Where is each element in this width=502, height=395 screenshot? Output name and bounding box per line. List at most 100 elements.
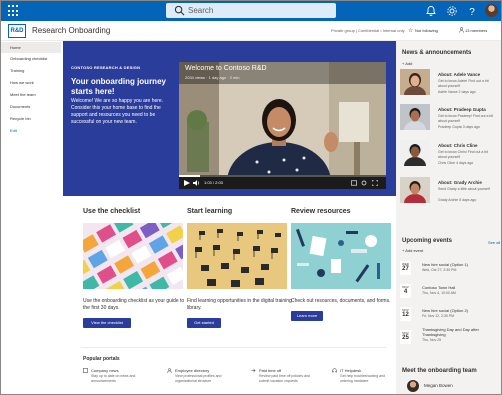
news-thumbnail[interactable] [400, 104, 430, 130]
search-box[interactable]: Search [166, 3, 336, 18]
team-member-name[interactable]: Megan Bowen [424, 383, 453, 388]
team-heading: Meet the onboarding team [402, 368, 477, 374]
star-icon[interactable]: ☆ [408, 27, 413, 34]
play-icon[interactable] [184, 180, 190, 186]
learning-image [187, 223, 287, 289]
checklist-heading: Use the checklist [83, 208, 141, 215]
video-progress-fill [179, 175, 200, 177]
suite-bar: Search ? [1, 1, 501, 21]
headset-icon [332, 368, 337, 373]
event-time: Wed, Oct 27, 2:30 PM [422, 268, 457, 272]
svg-text:?: ? [469, 7, 475, 17]
portal-paid-time-off-desc: Review paid time off policies and submit… [259, 374, 310, 383]
user-avatar[interactable] [485, 4, 498, 17]
news-description: Get to know Adele! Find out a bit about … [438, 79, 489, 88]
follow-button[interactable]: Not following [415, 28, 438, 33]
video-title: Welcome to Contoso R&D [185, 65, 267, 72]
video-title-bar: Welcome to Contoso R&D 2034 views · 1 da… [179, 62, 386, 84]
news-thumbnail[interactable] [400, 69, 430, 95]
person-icon [459, 27, 464, 33]
hero-banner: CONTOSO RESEARCH & DESIGN Your onboardin… [63, 41, 396, 196]
learning-body: Find learning opportunities in the digit… [187, 298, 292, 311]
event-time: Thu, Nov 4, 10:00 AM [422, 291, 456, 295]
add-event-button[interactable]: + Add event [402, 248, 423, 253]
hero-title: Your onboarding journey starts here! [71, 77, 166, 96]
news-icon [83, 368, 88, 373]
news-add-button[interactable]: + Add [402, 61, 412, 66]
hero-kicker: CONTOSO RESEARCH & DESIGN [71, 65, 141, 70]
volume-icon[interactable] [193, 180, 200, 186]
news-meta: Adele Vance 2 days ago [438, 90, 476, 94]
privacy-label: Private group | Confidential • Internal … [331, 28, 405, 33]
directory-icon [167, 368, 172, 373]
event-date: WED 27 [400, 261, 411, 275]
events-see-all-link[interactable]: See all [488, 240, 500, 245]
fullscreen-icon[interactable] [372, 180, 378, 186]
nav-item-home[interactable]: Home [1, 42, 61, 53]
nav-item-onboarding-checklist[interactable]: Onboarding checklist [1, 53, 61, 64]
portal-employee-directory[interactable]: Employee directory [175, 368, 209, 373]
event-time: Fri, Nov 12, 2:30 PM [422, 314, 455, 318]
right-column: News & announcements + Add About: Adele … [396, 41, 501, 394]
help-icon[interactable]: ? [466, 5, 478, 17]
news-description: Send Grady a little about yourself [438, 187, 490, 191]
news-title[interactable]: About: Adele Vance [438, 72, 480, 77]
event-time: Thu, Nov 25 [422, 338, 442, 342]
airplane-icon [251, 368, 256, 373]
nav-item-meet-the-team[interactable]: Meet the team [1, 89, 61, 100]
news-description: Get to know Chris! Find out a bit about … [438, 150, 488, 159]
news-title[interactable]: About: Grady Archie [438, 180, 482, 185]
news-meta: Chris Cline 4 days ago [438, 161, 474, 165]
settings-icon[interactable] [361, 180, 367, 186]
video-time: 1:03 / 2:03 [204, 180, 223, 185]
portal-company-news-desc: Stay up to date on news and announcement… [91, 374, 136, 383]
bell-icon[interactable] [425, 5, 437, 17]
view-checklist-button[interactable]: View the checklist [83, 318, 131, 328]
nav-edit-link[interactable]: Edit [1, 125, 61, 136]
captions-icon[interactable] [351, 180, 357, 186]
nav-item-how-we-work[interactable]: How we work [1, 77, 61, 88]
learn-more-button[interactable]: Learn more [291, 311, 323, 321]
event-date: NOV 12 [400, 307, 411, 321]
members-button[interactable]: 13 members [465, 28, 487, 33]
team-member-avatar[interactable] [407, 380, 419, 392]
portal-it-helpdesk[interactable]: IT Helpdesk [340, 368, 361, 373]
event-title[interactable]: New hire social (Option 2) [422, 308, 468, 313]
portal-employee-directory-desc: View professional profiles and organizat… [175, 374, 222, 383]
video-subtitle: 2034 views · 1 day ago · 2 min [185, 75, 240, 80]
hero-body: Welcome! We are so happy you are here. C… [71, 98, 164, 125]
event-date: NOV 25 [400, 330, 411, 344]
event-title[interactable]: Contoso Town Hall [422, 285, 455, 290]
news-title[interactable]: About: Chris Cline [438, 143, 478, 148]
welcome-video[interactable]: Welcome to Contoso R&D 2034 views · 1 da… [179, 62, 386, 189]
resources-body: Check out resources, documents, and form… [291, 298, 391, 304]
search-placeholder: Search [188, 6, 214, 15]
nav-item-documents[interactable]: Documents [1, 101, 61, 112]
sharepoint-window: Search ? R&D Research Onboarding Private… [0, 0, 502, 395]
news-title[interactable]: About: Pradeep Gupta [438, 107, 486, 112]
video-progress-track[interactable] [179, 175, 386, 177]
news-description: Get to know Pradeep! Find out a bit abou… [438, 114, 494, 123]
nav-item-training[interactable]: Training [1, 65, 61, 76]
learning-heading: Start learning [187, 208, 233, 215]
nav-item-recycle-bin[interactable]: Recycle bin [1, 113, 61, 124]
left-navigation: Home Onboarding checklist Training How w… [1, 41, 63, 394]
gear-icon[interactable] [446, 5, 458, 17]
news-meta: Pradeep Gupta 3 days ago [438, 125, 480, 129]
portals-heading: Popular portals [83, 356, 120, 362]
app-launcher-icon[interactable] [8, 5, 20, 17]
site-title[interactable]: Research Onboarding [32, 26, 110, 35]
portal-paid-time-off[interactable]: Paid time off [259, 368, 281, 373]
portal-company-news[interactable]: Company news [91, 368, 119, 373]
event-title[interactable]: Thanksgiving Day and Day after Thanksgiv… [422, 327, 492, 337]
site-logo[interactable]: R&D [8, 24, 26, 38]
news-meta: Grady Archie 5 days ago [438, 198, 477, 202]
site-header: R&D Research Onboarding Private group | … [1, 21, 501, 41]
news-thumbnail[interactable] [400, 140, 430, 166]
search-icon [174, 5, 185, 16]
section-divider [81, 347, 386, 348]
news-thumbnail[interactable] [400, 177, 430, 203]
checklist-image [83, 223, 183, 289]
event-title[interactable]: New hire social (Option 1) [422, 262, 468, 267]
get-started-button[interactable]: Get started [187, 318, 221, 328]
